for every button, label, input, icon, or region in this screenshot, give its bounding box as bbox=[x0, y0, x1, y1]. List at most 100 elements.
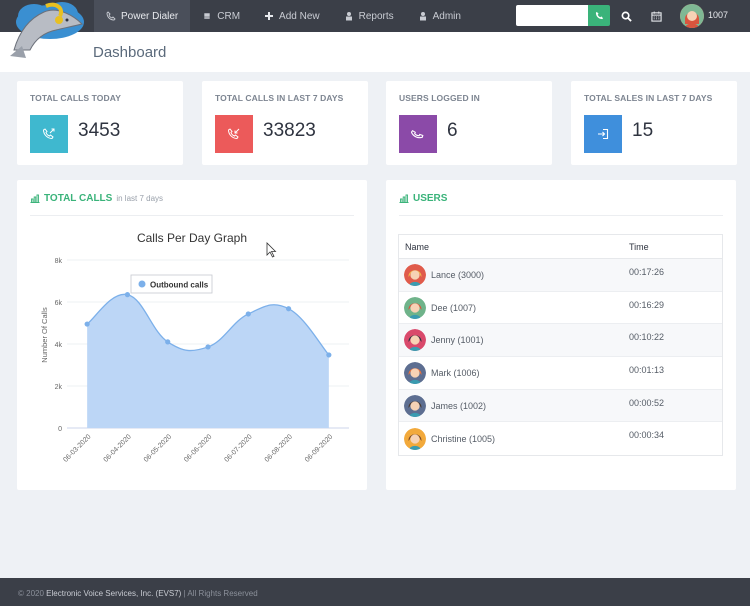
column-header-time[interactable]: Time bbox=[629, 242, 649, 252]
stat-value: 33823 bbox=[263, 120, 316, 141]
user-name: Christine (1005) bbox=[431, 433, 496, 444]
y-tick-label: 2k bbox=[55, 384, 63, 391]
data-point-06-06-2020[interactable] bbox=[205, 344, 211, 350]
footer-copyright: © 2020 bbox=[18, 589, 44, 598]
footer: © 2020 Electronic Voice Services, Inc. (… bbox=[0, 578, 750, 606]
panel-title-text: TOTAL CALLS bbox=[44, 193, 113, 204]
footer-rights: | All Rights Reserved bbox=[183, 589, 258, 598]
x-tick-label: 06-03-2020 bbox=[62, 433, 92, 463]
x-tick-label: 06-06-2020 bbox=[183, 433, 213, 463]
data-point-06-08-2020[interactable] bbox=[285, 306, 292, 312]
table-row[interactable]: Dee (1007) 00:16:29 bbox=[399, 292, 722, 325]
user-avatar bbox=[404, 263, 426, 286]
chart-title: Calls Per Day Graph bbox=[137, 231, 247, 245]
y-tick-label: 0 bbox=[58, 426, 62, 433]
nav-label: Reports bbox=[358, 10, 394, 22]
y-axis-label: Number Of Calls bbox=[40, 307, 49, 363]
nav-label: Add New bbox=[279, 10, 320, 22]
user-icon bbox=[345, 12, 352, 21]
user-icon bbox=[419, 12, 426, 21]
user-time: 00:00:34 bbox=[629, 430, 665, 441]
data-point-06-03-2020[interactable] bbox=[84, 321, 90, 327]
nav-add-new[interactable]: Add New bbox=[252, 0, 332, 32]
user-avatar bbox=[404, 296, 426, 319]
user-name-cell: Mark (1006) bbox=[399, 357, 629, 389]
series-area-outbound-calls bbox=[87, 294, 329, 428]
nav-admin[interactable]: Admin bbox=[406, 0, 473, 32]
user-avatar[interactable] bbox=[680, 4, 704, 28]
user-name: Mark (1006) bbox=[431, 367, 480, 378]
stat-label: TOTAL CALLS IN LAST 7 DAYS bbox=[215, 93, 344, 103]
stat-label: TOTAL SALES IN LAST 7 DAYS bbox=[584, 93, 713, 103]
phone-icon bbox=[595, 11, 603, 20]
search-icon[interactable] bbox=[619, 9, 633, 23]
nav-power-dialer[interactable]: Power Dialer bbox=[94, 0, 191, 32]
user-time: 00:16:29 bbox=[629, 299, 665, 310]
table-row[interactable]: Christine (1005) 00:00:34 bbox=[399, 422, 722, 455]
x-tick-label: 06-08-2020 bbox=[264, 433, 294, 463]
panel-title: TOTAL CALLS in last 7 days bbox=[30, 193, 163, 204]
nav-reports[interactable]: Reports bbox=[332, 0, 406, 32]
stat-card-calls-today: TOTAL CALLS TODAY 3453 bbox=[17, 81, 183, 165]
data-point-06-04-2020[interactable] bbox=[124, 292, 131, 298]
panel-subtitle: in last 7 days bbox=[116, 194, 164, 203]
user-name-cell: James (1002) bbox=[399, 390, 629, 422]
column-header-name[interactable]: Name bbox=[399, 242, 629, 252]
sign-in-icon bbox=[584, 115, 622, 153]
plus-icon bbox=[265, 12, 274, 20]
users-table: Name Time Lance (3000) 00:17:26 Dee (1007)… bbox=[398, 234, 723, 457]
user-time: 00:10:22 bbox=[629, 332, 665, 343]
data-point-06-09-2020[interactable] bbox=[326, 352, 332, 358]
total-calls-panel: TOTAL CALLS in last 7 days Calls Per Day… bbox=[17, 180, 367, 490]
table-row[interactable]: Jenny (1001) 00:10:22 bbox=[399, 324, 722, 358]
dial-call-button[interactable] bbox=[588, 5, 610, 26]
x-tick-label: 06-09-2020 bbox=[304, 433, 334, 463]
panel-title: USERS bbox=[399, 193, 447, 204]
nav-label: CRM bbox=[217, 10, 241, 22]
mouse-cursor-icon bbox=[266, 242, 277, 258]
x-tick-label: 06-05-2020 bbox=[143, 433, 173, 463]
main-nav: Power Dialer CRM Add New Reports Admin bbox=[94, 0, 473, 32]
user-name-cell: Jenny (1001) bbox=[399, 324, 629, 356]
x-tick-label: 06-07-2020 bbox=[223, 433, 253, 463]
user-name: James (1002) bbox=[431, 400, 487, 411]
stat-label: USERS LOGGED IN bbox=[399, 93, 480, 103]
stat-value: 6 bbox=[447, 120, 458, 141]
user-avatar bbox=[404, 394, 426, 417]
bar-chart-icon bbox=[30, 194, 40, 203]
divider bbox=[30, 215, 354, 216]
user-time: 00:01:13 bbox=[629, 365, 665, 376]
users-panel: USERS Name Time Lance (3000) 00:17:26 Dee … bbox=[386, 180, 736, 490]
user-name: Lance (3000) bbox=[431, 269, 485, 280]
stat-value: 3453 bbox=[78, 120, 121, 141]
nav-label: Admin bbox=[432, 10, 461, 22]
stat-value: 15 bbox=[632, 120, 654, 141]
phone-icon bbox=[106, 11, 116, 21]
table-row[interactable]: Mark (1006) 00:01:13 bbox=[399, 357, 722, 390]
user-time: 00:00:52 bbox=[629, 397, 665, 408]
user-avatar bbox=[404, 361, 426, 384]
book-icon bbox=[203, 12, 211, 20]
y-tick-label: 8k bbox=[55, 258, 63, 265]
table-row[interactable]: Lance (3000) 00:17:26 bbox=[399, 259, 722, 292]
user-name-cell: Lance (3000) bbox=[399, 259, 629, 291]
stat-label: TOTAL CALLS TODAY bbox=[30, 93, 121, 103]
table-row[interactable]: James (1002) 00:00:52 bbox=[399, 389, 722, 423]
y-tick-label: 6k bbox=[55, 300, 63, 307]
page-title: Dashboard bbox=[93, 44, 167, 61]
user-name: Jenny (1001) bbox=[431, 335, 484, 346]
data-point-06-07-2020[interactable] bbox=[245, 311, 251, 317]
dial-number-input[interactable] bbox=[516, 5, 588, 26]
nav-crm[interactable]: CRM bbox=[190, 0, 252, 32]
user-avatar bbox=[404, 427, 426, 450]
chart-legend[interactable]: Outbound calls bbox=[130, 274, 213, 294]
user-name: Dee (1007) bbox=[431, 302, 477, 313]
calendar-icon[interactable] bbox=[649, 9, 663, 23]
stat-card-users-logged-in: USERS LOGGED IN 6 bbox=[386, 81, 552, 165]
dolphin-logo[interactable] bbox=[4, 0, 86, 60]
data-point-06-05-2020[interactable] bbox=[165, 339, 171, 345]
footer-company: Electronic Voice Services, Inc. (EVS7) bbox=[46, 589, 182, 598]
panel-title-text: USERS bbox=[413, 193, 448, 204]
outgoing-call-icon bbox=[30, 115, 68, 153]
user-avatar bbox=[404, 329, 426, 352]
